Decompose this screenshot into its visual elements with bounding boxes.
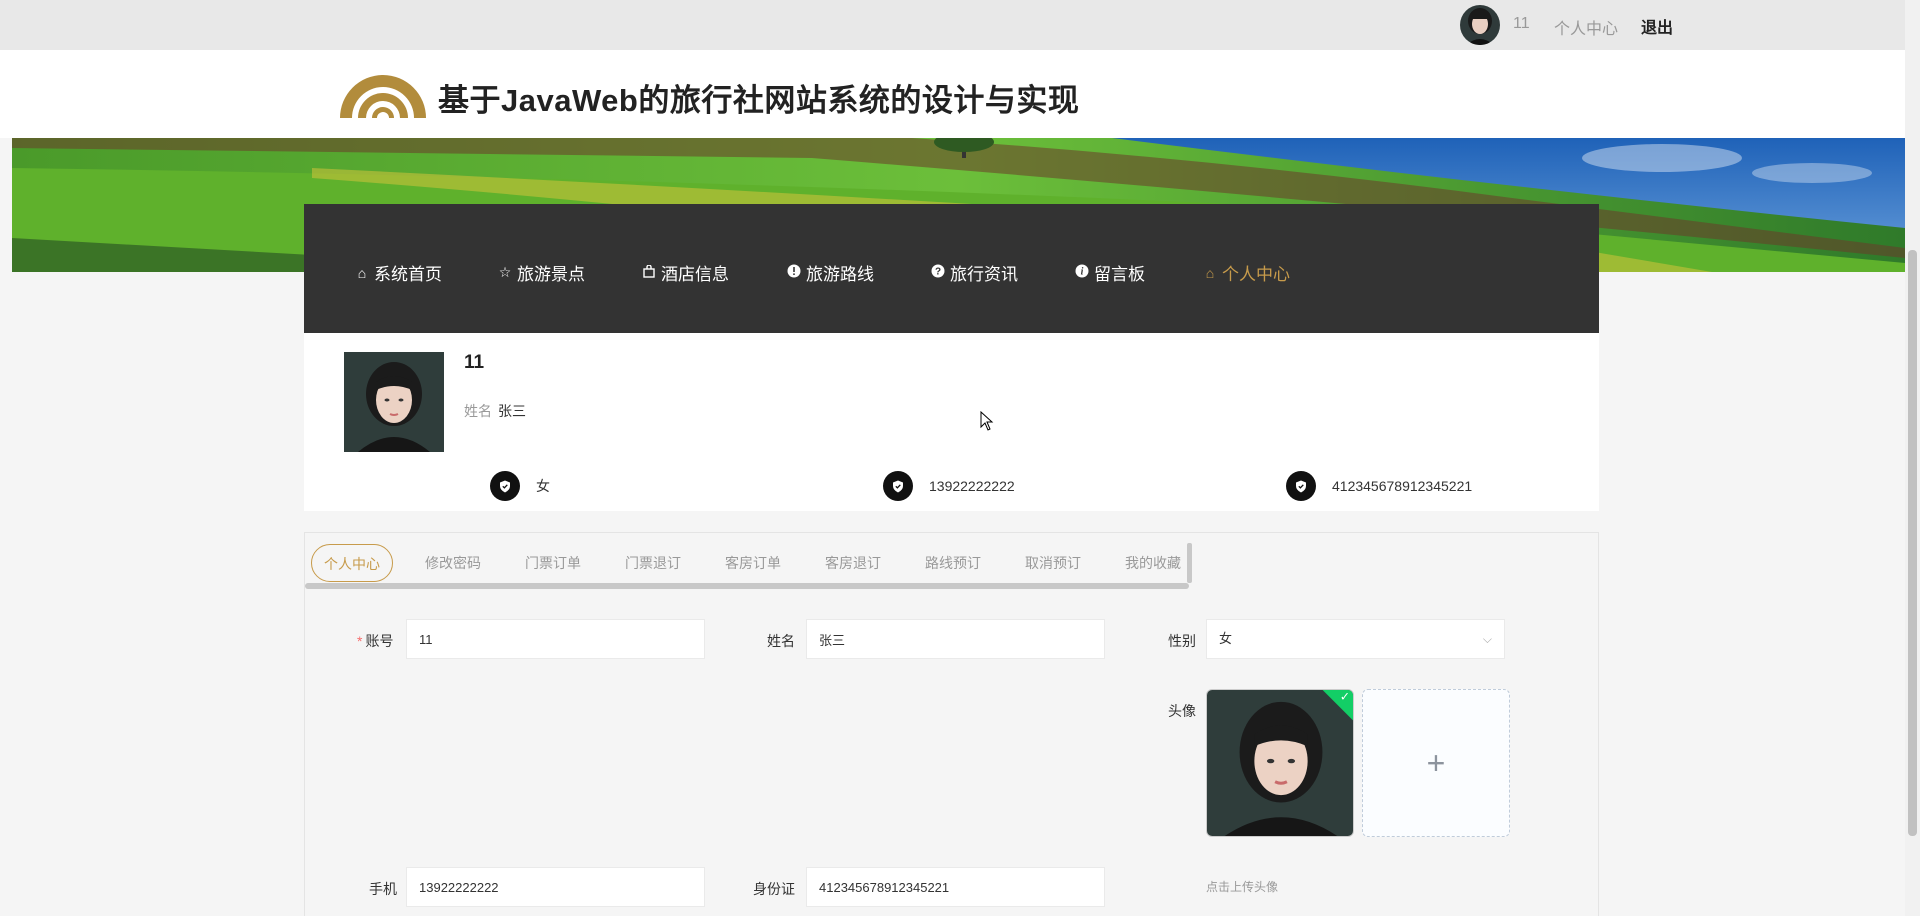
account-label: * 账号 xyxy=(357,633,394,649)
shield-icon xyxy=(1286,471,1316,501)
home-icon: ⌂ xyxy=(1205,264,1215,281)
profile-gender: 女 xyxy=(536,478,550,494)
shield-icon xyxy=(883,471,913,501)
info-icon: i xyxy=(1074,264,1090,281)
tab-ticket-refunds[interactable]: 门票退订 xyxy=(613,544,693,582)
nav-item-label: 旅游路线 xyxy=(806,265,874,284)
nav-item-label: 酒店信息 xyxy=(661,265,729,284)
nav-item-label: 旅行资讯 xyxy=(950,265,1018,284)
mouse-cursor-icon xyxy=(980,411,994,431)
nav-item-routes[interactable]: 旅游路线 xyxy=(786,260,874,285)
page-scrollbar[interactable] xyxy=(1905,0,1920,916)
main-nav: ⌂ 系统首页 ☆ 旅游景点 酒店信息 旅游路线 ? 旅行资讯 i 留言板 ⌂ 个… xyxy=(304,204,1599,333)
svg-text:i: i xyxy=(1081,267,1084,278)
shield-icon xyxy=(490,471,520,501)
page-scrollbar-thumb[interactable] xyxy=(1908,250,1917,836)
required-mark: * xyxy=(357,633,363,649)
site-logo xyxy=(340,75,426,118)
tab-room-refunds[interactable]: 客房退订 xyxy=(813,544,893,582)
idcard-input[interactable] xyxy=(806,867,1105,907)
gender-select-value: 女 xyxy=(1219,631,1233,646)
nav-item-label: 个人中心 xyxy=(1222,265,1290,284)
profile-username: 11 xyxy=(464,352,485,373)
account-input[interactable] xyxy=(406,619,705,659)
profile-card: 11 姓名 张三 女 13922222222 41234567891234522… xyxy=(304,333,1599,511)
chevron-down-icon: ⌵ xyxy=(1482,632,1492,646)
plus-icon: + xyxy=(1426,744,1446,781)
tab-cancel-bookings[interactable]: 取消预订 xyxy=(1013,544,1093,582)
avatar-label: 头像 xyxy=(1168,703,1196,719)
profile-phone-badge: 13922222222 xyxy=(883,471,1015,501)
home-icon: ⌂ xyxy=(357,264,367,281)
user-avatar[interactable] xyxy=(1460,5,1500,45)
gender-select[interactable]: 女 ⌵ xyxy=(1206,619,1505,659)
user-center-tabs: 个人中心 修改密码 门票订单 门票退订 客房订单 客房退订 路线预订 取消预订 … xyxy=(311,543,1213,583)
profile-realname-value: 张三 xyxy=(498,403,526,419)
site-title: 基于JavaWeb的旅行社网站系统的设计与实现 xyxy=(438,83,1080,118)
top-bar: 11 个人中心 退出 xyxy=(0,0,1905,50)
tab-ticket-orders[interactable]: 门票订单 xyxy=(513,544,593,582)
nav-item-label: 旅游景点 xyxy=(517,265,585,284)
profile-avatar xyxy=(344,352,444,452)
tabs-divider xyxy=(1187,543,1192,583)
tab-my-favorites[interactable]: 我的收藏 xyxy=(1113,544,1193,582)
gender-label: 性别 xyxy=(1168,633,1196,649)
profile-phone: 13922222222 xyxy=(929,478,1015,494)
tab-user-center[interactable]: 个人中心 xyxy=(311,544,393,582)
nav-item-label: 留言板 xyxy=(1094,265,1145,284)
phone-label: 手机 xyxy=(369,881,397,897)
upload-tip: 点击上传头像 xyxy=(1206,880,1279,894)
logout-link[interactable]: 退出 xyxy=(1641,14,1673,38)
profile-gender-badge: 女 xyxy=(490,471,550,501)
profile-idcard-badge: 412345678912345221 xyxy=(1286,471,1472,501)
bag-icon xyxy=(641,263,657,281)
profile-idcard: 412345678912345221 xyxy=(1332,478,1473,494)
tab-change-password[interactable]: 修改密码 xyxy=(413,544,493,582)
phone-input[interactable] xyxy=(406,867,705,907)
nav-item-news[interactable]: ? 旅行资讯 xyxy=(930,260,1018,285)
name-input[interactable] xyxy=(806,619,1105,659)
svg-text:?: ? xyxy=(935,267,941,278)
nav-item-label: 系统首页 xyxy=(374,265,442,284)
nav-item-attractions[interactable]: ☆ 旅游景点 xyxy=(497,260,585,285)
profile-realname-label: 姓名 xyxy=(464,403,492,419)
tabs-scrollbar[interactable] xyxy=(305,583,1189,589)
idcard-label: 身份证 xyxy=(753,881,795,897)
nav-item-home[interactable]: ⌂ 系统首页 xyxy=(354,260,442,285)
info-icon xyxy=(786,264,802,281)
nav-item-messageboard[interactable]: i 留言板 xyxy=(1074,260,1145,285)
star-icon: ☆ xyxy=(498,264,512,280)
avatar-upload-button[interactable]: + xyxy=(1362,689,1510,837)
name-label: 姓名 xyxy=(767,633,795,649)
topbar-username: 11 xyxy=(1513,15,1530,32)
tab-route-bookings[interactable]: 路线预订 xyxy=(913,544,993,582)
topbar-user-center-link[interactable]: 个人中心 xyxy=(1554,15,1618,39)
check-icon: ✓ xyxy=(1339,689,1350,704)
nav-item-hotels[interactable]: 酒店信息 xyxy=(641,260,729,285)
question-icon: ? xyxy=(930,264,946,281)
nav-item-user-center[interactable]: ⌂ 个人中心 xyxy=(1202,260,1290,285)
tab-room-orders[interactable]: 客房订单 xyxy=(713,544,793,582)
user-center-content: 个人中心 修改密码 门票订单 门票退订 客房订单 客房退订 路线预订 取消预订 … xyxy=(304,532,1599,916)
uploaded-avatar-thumbnail[interactable]: ✓ xyxy=(1206,689,1354,837)
